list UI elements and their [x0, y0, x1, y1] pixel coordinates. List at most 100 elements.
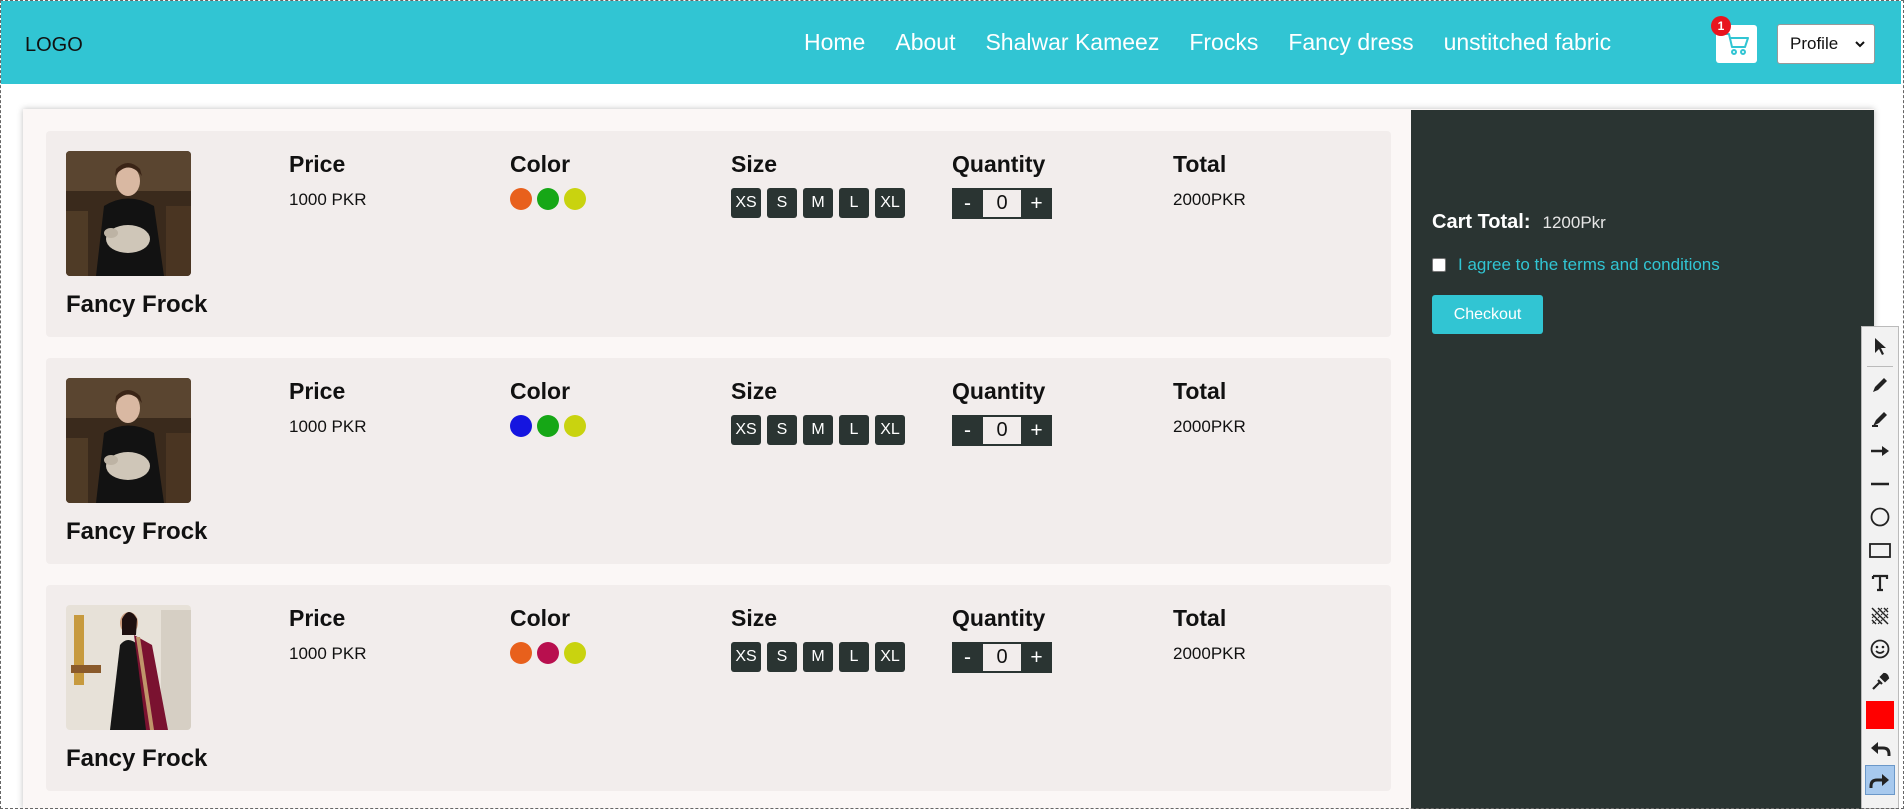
price-label: Price	[289, 605, 346, 631]
size-button-xl[interactable]: XL	[875, 188, 905, 218]
size-button-xl[interactable]: XL	[875, 642, 905, 672]
undo-icon[interactable]	[1865, 733, 1895, 763]
woman-holding-rabbit-photo	[66, 378, 191, 503]
total-value: 2000PKR	[1173, 644, 1246, 663]
size-button-s[interactable]: S	[767, 188, 797, 218]
blur-icon[interactable]	[1865, 601, 1895, 631]
size-column: Size XS S M L XL	[731, 605, 905, 672]
text-icon[interactable]	[1865, 568, 1895, 598]
quantity-column: Quantity - 0 +	[952, 151, 1052, 219]
color-swatch-orange[interactable]	[510, 642, 532, 664]
checkout-button[interactable]: Checkout	[1432, 295, 1543, 334]
color-label: Color	[510, 378, 571, 404]
decrease-quantity-button[interactable]: -	[952, 415, 983, 446]
size-button-l[interactable]: L	[839, 642, 869, 672]
size-button-xs[interactable]: XS	[731, 642, 761, 672]
highlighter-icon[interactable]	[1865, 403, 1895, 433]
ellipse-icon[interactable]	[1865, 502, 1895, 532]
total-label: Total	[1173, 378, 1227, 404]
rectangle-icon[interactable]	[1865, 535, 1895, 565]
quantity-column: Quantity - 0 +	[952, 605, 1052, 673]
pen-icon[interactable]	[1865, 370, 1895, 400]
increase-quantity-button[interactable]: +	[1021, 642, 1052, 673]
shopping-cart-icon	[1723, 33, 1749, 55]
logo[interactable]: LOGO	[25, 34, 83, 57]
size-button-m[interactable]: M	[803, 642, 833, 672]
increase-quantity-button[interactable]: +	[1021, 188, 1052, 219]
nav-link-about[interactable]: About	[895, 29, 955, 56]
nav-links: Home About Shalwar Kameez Frocks Fancy d…	[804, 29, 1611, 56]
size-column: Size XS S M L XL	[731, 151, 905, 218]
price-label: Price	[289, 151, 346, 177]
color-label: Color	[510, 605, 571, 631]
color-swatch-yellow[interactable]	[564, 188, 586, 210]
arrow-line-icon[interactable]	[1865, 436, 1895, 466]
select-arrow-icon[interactable]	[1865, 331, 1895, 361]
total-column: Total 2000PKR	[1173, 151, 1246, 210]
nav-link-shalwar-kameez[interactable]: Shalwar Kameez	[985, 29, 1159, 56]
emoji-icon[interactable]	[1865, 634, 1895, 664]
cart-item: Fancy Frock Price 1000 PKR Color Size XS…	[46, 358, 1391, 564]
size-button-m[interactable]: M	[803, 188, 833, 218]
quantity-input[interactable]: 0	[983, 642, 1021, 673]
size-label: Size	[731, 378, 778, 404]
terms-agreement: I agree to the terms and conditions	[1432, 255, 1720, 275]
quantity-label: Quantity	[952, 605, 1046, 631]
quantity-input[interactable]: 0	[983, 415, 1021, 446]
size-button-l[interactable]: L	[839, 188, 869, 218]
color-swatch-orange[interactable]	[510, 188, 532, 210]
color-swatch-magenta[interactable]	[537, 642, 559, 664]
price-value: 1000 PKR	[289, 417, 367, 436]
cart-total-label: Cart Total:	[1432, 211, 1531, 233]
total-value: 2000PKR	[1173, 190, 1246, 209]
size-button-l[interactable]: L	[839, 415, 869, 445]
decrease-quantity-button[interactable]: -	[952, 642, 983, 673]
color-swatch-blue[interactable]	[510, 415, 532, 437]
line-icon[interactable]	[1865, 469, 1895, 499]
size-label: Size	[731, 605, 778, 631]
size-button-xs[interactable]: XS	[731, 415, 761, 445]
nav-link-fancy-dress[interactable]: Fancy dress	[1288, 29, 1413, 56]
decrease-quantity-button[interactable]: -	[952, 188, 983, 219]
profile-select[interactable]: Profile	[1777, 24, 1875, 64]
cart-button[interactable]: 1	[1711, 16, 1757, 63]
item-name: Fancy Frock	[66, 745, 208, 772]
terms-checkbox[interactable]	[1432, 258, 1446, 272]
cart-count-badge: 1	[1711, 16, 1731, 36]
cart-item: Fancy Frock Price 1000 PKR Color Size XS…	[46, 131, 1391, 337]
terms-link[interactable]: I agree to the terms and conditions	[1458, 255, 1720, 275]
quantity-input[interactable]: 0	[983, 188, 1021, 219]
quantity-label: Quantity	[952, 151, 1046, 177]
quantity-stepper: - 0 +	[952, 415, 1052, 446]
price-column: Price 1000 PKR	[289, 151, 367, 210]
nav-link-unstitched-fabric[interactable]: unstitched fabric	[1444, 29, 1611, 56]
color-swatch-green[interactable]	[537, 188, 559, 210]
woman-holding-rabbit-photo	[66, 151, 191, 276]
redo-icon[interactable]	[1865, 765, 1895, 795]
size-button-xl[interactable]: XL	[875, 415, 905, 445]
color-swatch-yellow[interactable]	[564, 642, 586, 664]
item-name: Fancy Frock	[66, 518, 208, 545]
color-picker-icon[interactable]	[1865, 667, 1895, 697]
color-column: Color	[510, 378, 586, 437]
profile-select-value: Profile	[1790, 34, 1839, 53]
cart-item: Fancy Frock Price 1000 PKR Color Size XS…	[46, 585, 1391, 791]
increase-quantity-button[interactable]: +	[1021, 415, 1052, 446]
size-button-s[interactable]: S	[767, 642, 797, 672]
color-swatch-icon[interactable]	[1865, 700, 1895, 730]
size-button-m[interactable]: M	[803, 415, 833, 445]
color-swatch-green[interactable]	[537, 415, 559, 437]
nav-link-home[interactable]: Home	[804, 29, 865, 56]
size-button-s[interactable]: S	[767, 415, 797, 445]
color-label: Color	[510, 151, 571, 177]
black-gown-with-maroon-dupatta-photo	[66, 605, 191, 730]
cart-container: Fancy Frock Price 1000 PKR Color Size XS…	[23, 109, 1874, 809]
cart-summary-panel: Cart Total: 1200Pkr I agree to the terms…	[1411, 110, 1874, 809]
size-button-xs[interactable]: XS	[731, 188, 761, 218]
price-column: Price 1000 PKR	[289, 378, 367, 437]
quantity-label: Quantity	[952, 378, 1046, 404]
color-swatch-yellow[interactable]	[564, 415, 586, 437]
item-name: Fancy Frock	[66, 291, 208, 318]
total-label: Total	[1173, 605, 1227, 631]
nav-link-frocks[interactable]: Frocks	[1189, 29, 1258, 56]
